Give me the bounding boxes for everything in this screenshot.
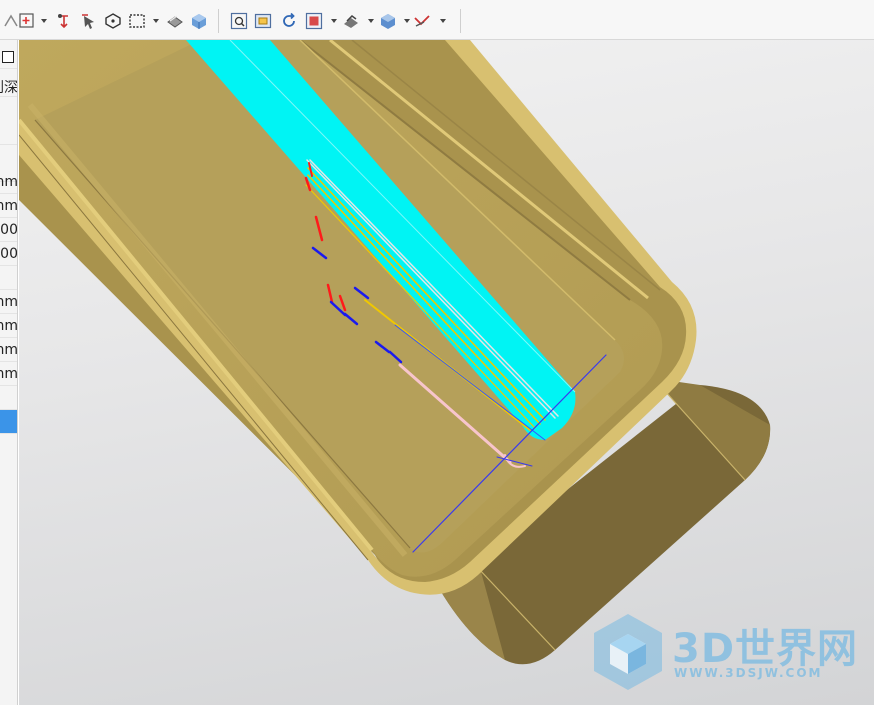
orient-view-icon[interactable]	[305, 12, 323, 30]
cam-scene[interactable]	[19, 40, 874, 705]
side-row-label: mm	[0, 318, 18, 334]
show-hide-icon[interactable]	[413, 12, 431, 30]
side-row-label: 削深	[0, 80, 18, 96]
side-row-label: 000	[0, 222, 18, 238]
zoom-window-icon[interactable]	[254, 12, 272, 30]
render-style-icon[interactable]	[342, 12, 360, 30]
toolbar-separator	[218, 9, 219, 33]
side-row[interactable]: mm	[0, 338, 18, 362]
watermark-subtitle: WWW.3DSJW.COM	[674, 666, 823, 680]
selection-box-icon[interactable]	[128, 12, 146, 30]
add-point-dropdown-caret[interactable]	[41, 19, 47, 23]
graphics-viewport[interactable]: 3D世界网 WWW.3DSJW.COM	[19, 40, 874, 705]
fit-view-icon[interactable]	[230, 12, 248, 30]
side-row[interactable]: 000	[0, 218, 18, 242]
side-row[interactable]: mm	[0, 290, 18, 314]
transform-icon[interactable]	[56, 12, 74, 30]
side-row-label: 000	[0, 246, 18, 262]
render-solid-icon[interactable]	[166, 12, 184, 30]
cube-shaded-icon[interactable]	[190, 12, 208, 30]
polygon-icon[interactable]	[104, 12, 122, 30]
watermark-cube-icon	[594, 614, 662, 690]
properties-panel: 削深 mm mm 000 000 mm mm mm mm	[0, 40, 18, 705]
render-style-dropdown-caret[interactable]	[368, 19, 374, 23]
side-checkbox[interactable]	[2, 51, 14, 63]
rotate-view-icon[interactable]	[280, 12, 298, 30]
side-row-label: mm	[0, 174, 18, 190]
add-point-icon[interactable]	[18, 12, 36, 30]
side-row[interactable]: mm	[0, 362, 18, 386]
side-row[interactable]	[0, 266, 17, 290]
show-hide-dropdown-caret[interactable]	[440, 19, 446, 23]
main-toolbar	[0, 0, 874, 40]
side-row[interactable]: 削深	[0, 73, 18, 97]
side-row[interactable]: 000	[0, 242, 18, 266]
shaded-cube-icon[interactable]	[379, 12, 397, 30]
shaded-cube-dropdown-caret[interactable]	[404, 19, 410, 23]
toolbar-separator	[460, 9, 461, 33]
selection-box-dropdown-caret[interactable]	[153, 19, 159, 23]
side-row-selected[interactable]	[0, 410, 17, 434]
side-row-label: mm	[0, 294, 18, 310]
side-row-label: mm	[0, 366, 18, 382]
side-row[interactable]: mm	[0, 194, 18, 218]
side-row[interactable]	[0, 121, 17, 145]
side-row[interactable]: mm	[0, 314, 18, 338]
site-watermark: 3D世界网 WWW.3DSJW.COM	[592, 612, 862, 692]
side-row-label: mm	[0, 198, 18, 214]
side-row[interactable]: mm	[0, 170, 18, 194]
orient-view-dropdown-caret[interactable]	[331, 19, 337, 23]
side-row-label: mm	[0, 342, 18, 358]
side-row[interactable]	[0, 45, 17, 69]
move-handle-icon[interactable]	[80, 12, 98, 30]
side-row[interactable]	[0, 386, 17, 410]
